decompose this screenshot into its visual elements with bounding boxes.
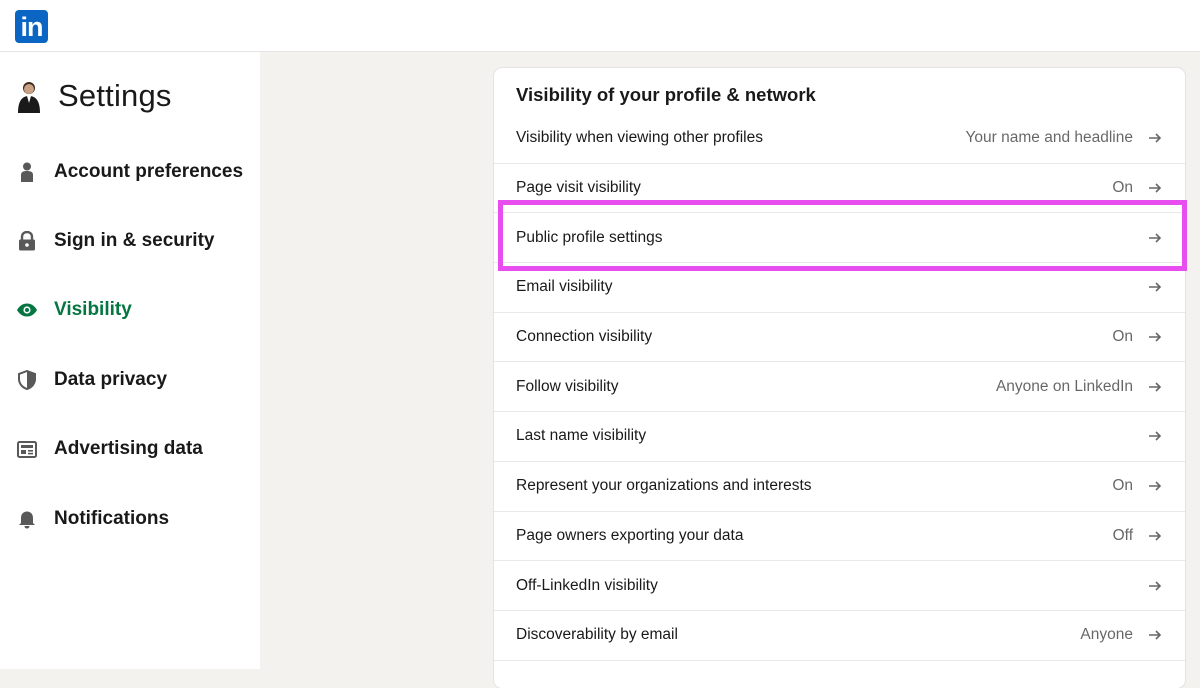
setting-label: Connection visibility — [516, 328, 653, 346]
setting-row-email-visibility[interactable]: Email visibility — [494, 263, 1185, 313]
arrow-right-icon — [1149, 630, 1162, 640]
newspaper-icon — [16, 438, 38, 460]
setting-row-last-name-visibility[interactable]: Last name visibility — [494, 412, 1185, 462]
person-icon — [16, 161, 38, 183]
arrow-right-icon — [1149, 382, 1162, 392]
linkedin-logo-icon[interactable]: in — [15, 10, 48, 43]
sidebar-item-sign-in-security[interactable]: Sign in & security — [16, 223, 214, 259]
setting-value: Your name and headline — [965, 129, 1133, 147]
arrow-right-icon — [1149, 531, 1162, 541]
arrow-right-icon — [1149, 133, 1162, 143]
setting-label: Email visibility — [516, 278, 613, 296]
sidebar-item-label: Data privacy — [54, 369, 168, 390]
sidebar-item-label: Sign in & security — [54, 230, 215, 251]
top-navigation-bar: in — [0, 0, 1200, 52]
setting-label: Represent your organizations and interes… — [516, 477, 812, 495]
setting-label: Public profile settings — [516, 228, 663, 246]
setting-row-connection-visibility[interactable]: Connection visibility On — [494, 313, 1185, 363]
setting-value: On — [1112, 328, 1133, 346]
setting-label: Visibility when viewing other profiles — [516, 129, 763, 147]
sidebar-item-notifications[interactable]: Notifications — [16, 501, 169, 537]
arrow-right-icon — [1149, 481, 1162, 491]
setting-value: Anyone on LinkedIn — [995, 377, 1133, 395]
arrow-right-icon — [1149, 332, 1162, 342]
settings-list: Visibility when viewing other profiles Y… — [494, 114, 1185, 661]
arrow-right-icon — [1149, 431, 1162, 442]
setting-label: Follow visibility — [516, 377, 619, 395]
section-title: Visibility of your profile & network — [516, 84, 816, 105]
setting-row-visibility-viewing-profiles[interactable]: Visibility when viewing other profiles Y… — [494, 114, 1185, 164]
setting-value: On — [1112, 477, 1133, 495]
setting-label: Discoverability by email — [516, 626, 678, 644]
sidebar-item-label: Account preferences — [54, 161, 244, 182]
setting-label: Page owners exporting your data — [516, 526, 744, 544]
setting-value: Anyone — [1080, 626, 1133, 644]
setting-label: Off-LinkedIn visibility — [516, 576, 658, 594]
sidebar-item-label: Visibility — [54, 299, 132, 320]
settings-header: Settings — [16, 76, 172, 116]
visibility-settings-card: Visibility of your profile & network Vis… — [494, 68, 1185, 688]
setting-row-public-profile-settings[interactable]: Public profile settings — [494, 213, 1185, 264]
setting-value: Off — [1112, 526, 1133, 544]
arrow-right-icon — [1149, 282, 1162, 292]
arrow-right-icon — [1149, 233, 1162, 243]
sidebar-item-account-preferences[interactable]: Account preferences — [16, 154, 243, 190]
sidebar-item-label: Advertising data — [54, 438, 203, 459]
shield-icon — [16, 369, 38, 391]
setting-value: On — [1112, 179, 1133, 197]
arrow-right-icon — [1149, 183, 1162, 193]
arrow-right-icon — [1149, 580, 1162, 591]
setting-row-off-linkedin-visibility[interactable]: Off-LinkedIn visibility — [494, 561, 1185, 611]
setting-row-page-owners-exporting[interactable]: Page owners exporting your data Off — [494, 512, 1185, 562]
eye-icon — [16, 299, 38, 321]
setting-row-represent-organizations[interactable]: Represent your organizations and interes… — [494, 462, 1185, 512]
sidebar-item-visibility[interactable]: Visibility — [16, 292, 132, 328]
setting-row-page-visit-visibility[interactable]: Page visit visibility On — [494, 164, 1185, 214]
lock-icon — [16, 230, 38, 252]
sidebar-item-advertising-data[interactable]: Advertising data — [16, 431, 203, 467]
sidebar-item-label: Notifications — [54, 508, 170, 529]
sidebar-item-data-privacy[interactable]: Data privacy — [16, 362, 167, 398]
avatar[interactable] — [16, 79, 42, 113]
setting-row-discoverability-by-email[interactable]: Discoverability by email Anyone — [494, 611, 1185, 661]
settings-sidebar: Settings Account preferences Sign in & s… — [0, 52, 260, 669]
setting-row-follow-visibility[interactable]: Follow visibility Anyone on LinkedIn — [494, 362, 1185, 413]
page-title: Settings — [58, 78, 172, 113]
bell-icon — [16, 508, 38, 530]
setting-label: Page visit visibility — [516, 179, 641, 197]
setting-label: Last name visibility — [516, 427, 647, 445]
